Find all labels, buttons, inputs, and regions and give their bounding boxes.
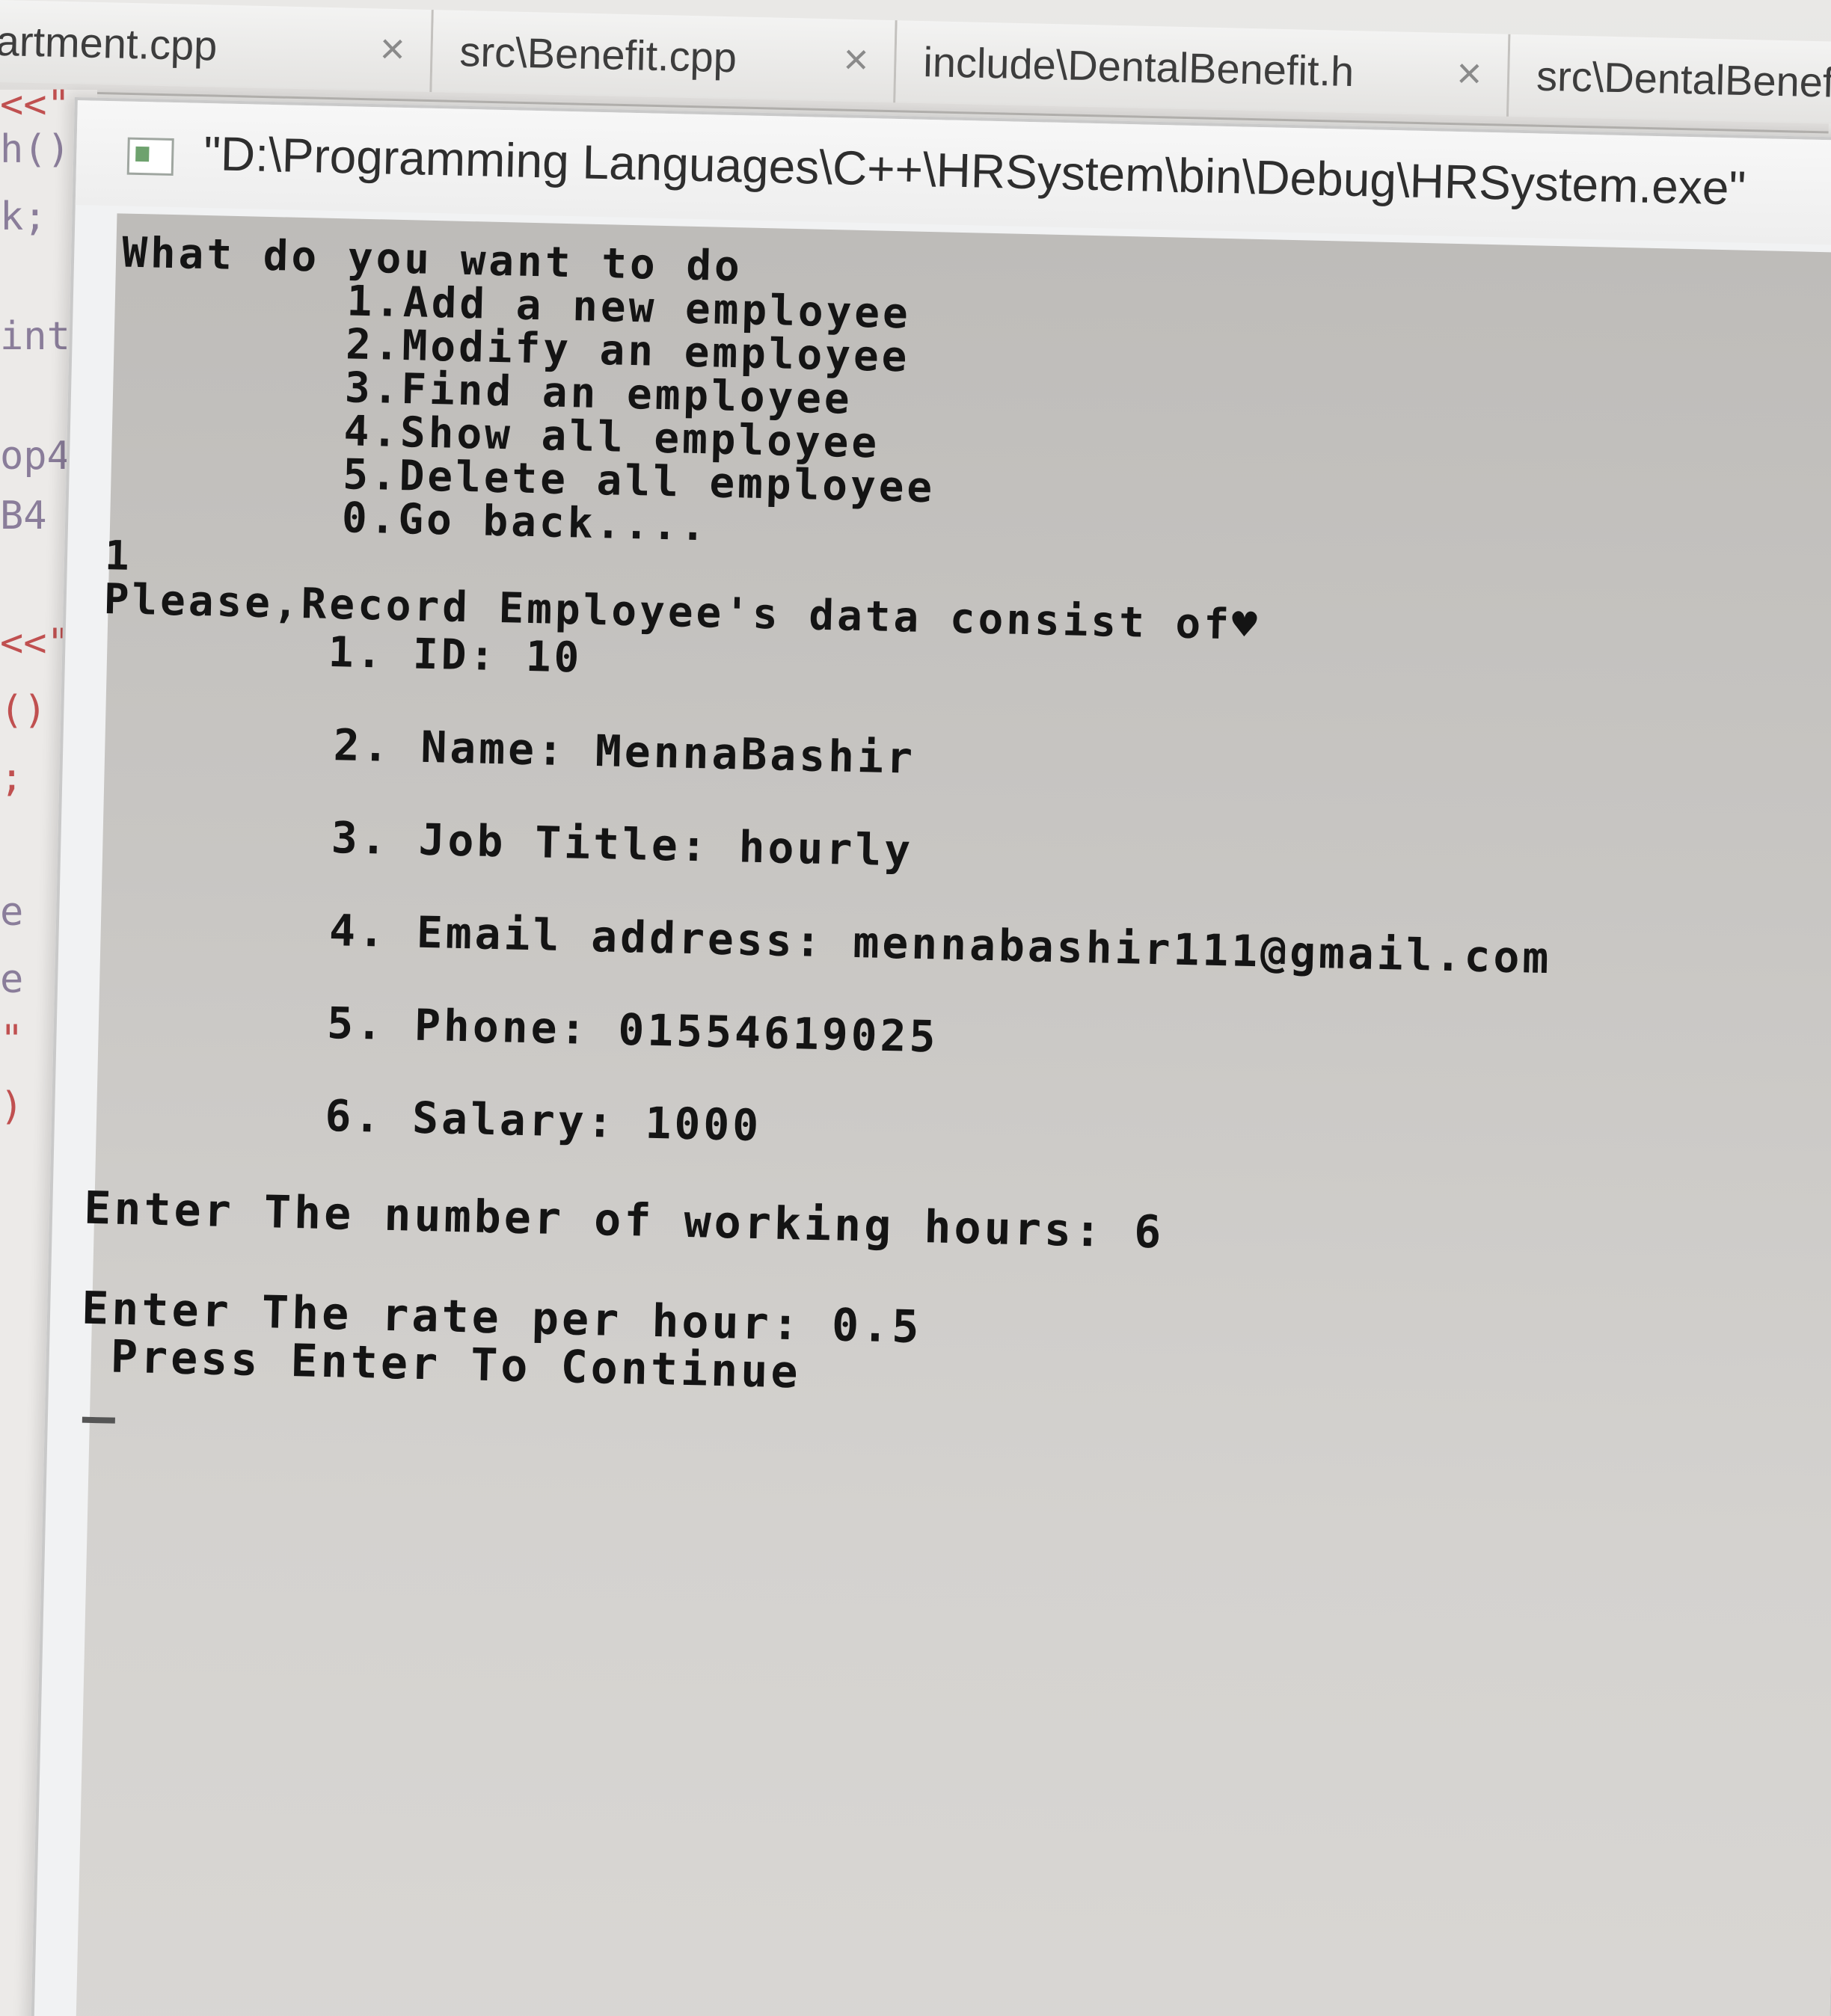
code-fragment: ()	[0, 688, 47, 733]
code-fragment: k;	[0, 194, 47, 239]
code-fragment: )	[0, 1084, 24, 1129]
field-job-title: 3. Job Title: hourly	[97, 806, 914, 876]
code-fragment: h()	[0, 127, 70, 172]
code-fragment: B4	[0, 494, 47, 538]
tab-label: include\DentalBenefit.h	[922, 38, 1355, 96]
working-hours-prompt: Enter The number of working hours: 6	[83, 1181, 1165, 1259]
user-choice: 1	[104, 532, 133, 580]
tab-dentalbenefit-cpp[interactable]: src\DentalBenefit.	[1508, 34, 1831, 125]
code-fragment: <<"	[0, 82, 70, 127]
tab-department-cpp[interactable]: artment.cpp ×	[0, 0, 434, 93]
tab-label: artment.cpp	[0, 16, 218, 70]
text-cursor	[82, 1416, 115, 1424]
field-name: 2. Name: MennaBashir	[99, 714, 916, 784]
console-output[interactable]: What do you want to do 1.Add a new emplo…	[75, 213, 1831, 2016]
field-email: 4. Email address: mennabashir111@gmail.c…	[96, 899, 1553, 984]
close-icon[interactable]: ×	[843, 34, 869, 85]
close-icon[interactable]: ×	[1456, 48, 1482, 99]
field-phone: 5. Phone: 01554619025	[93, 992, 939, 1063]
tab-label: src\Benefit.cpp	[458, 27, 737, 82]
console-title: "D:\Programming Languages\C++\HRSystem\b…	[203, 126, 1746, 215]
close-icon[interactable]: ×	[379, 24, 405, 75]
code-fragment: int	[0, 314, 70, 359]
screen: artment.cpp × src\Benefit.cpp × include\…	[0, 0, 1831, 2016]
tab-benefit-cpp[interactable]: src\Benefit.cpp ×	[432, 10, 898, 103]
tab-label: src\DentalBenefit.	[1536, 52, 1831, 107]
code-fragment: e	[0, 957, 24, 1002]
console-window[interactable]: "D:\Programming Languages\C++\HRSystem\b…	[30, 97, 1831, 2016]
code-fragment: e	[0, 890, 24, 935]
code-fragment: op4	[0, 434, 70, 479]
code-fragment: "	[0, 1017, 24, 1062]
field-salary: 6. Salary: 1000	[91, 1084, 762, 1152]
field-id: 1. ID: 10	[102, 623, 583, 683]
tab-dentalbenefit-h[interactable]: include\DentalBenefit.h ×	[895, 20, 1511, 117]
console-app-icon	[126, 137, 174, 176]
code-fragment: ;	[0, 755, 24, 800]
code-fragment: <<"	[0, 621, 70, 666]
